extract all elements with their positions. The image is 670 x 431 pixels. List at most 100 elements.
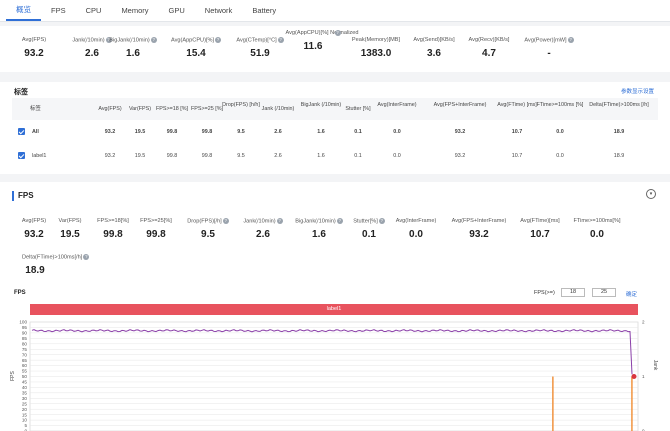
tab-1[interactable]: FPS [41,6,76,21]
metric-label-text: Avg(FPS) [21,37,47,43]
display-settings-link[interactable]: 参数显示设置 [621,87,654,95]
metric-label-text: Jank(/10min) [243,218,276,225]
y-tick-label: 55 [22,369,28,374]
tab-5[interactable]: Network [195,6,243,21]
label-band[interactable]: label1 [30,304,638,315]
help-icon[interactable]: ? [222,218,229,224]
delta-metric: Delta(FTime)>100ms[/h]? 18.9 [22,254,112,276]
y-tick-label: 65 [22,358,28,363]
confirm-link[interactable]: 确定 [626,290,637,298]
y-tick-label: 40 [22,385,28,390]
metric-label: Avg(AppCPU)[%] Normalized? [281,30,358,37]
table-cell: 0.0 [393,129,401,135]
metric-label-text: BigJank(/10min) [109,37,150,44]
metric-label: Peak(Memory)[MB] [344,37,408,44]
metric-value: 93.2 [24,48,44,59]
y-tick-label: 35 [22,390,28,395]
help-icon[interactable]: ? [567,37,574,43]
tab-4[interactable]: GPU [159,6,195,21]
metric-label-text: Stutter[%] [353,218,378,225]
table-cell: 93.2 [454,129,466,135]
metric-value: 1.6 [126,48,140,60]
metric-label: Avg(InterFrame) [384,218,448,225]
metric-label-text: Drop(FPS)[/h] [187,218,222,225]
row-checkbox[interactable] [18,128,25,135]
metric-label: BigJank(/10min)? [101,37,165,44]
table-cell: 0.0 [556,153,564,159]
help-icon[interactable]: ? [83,254,90,260]
metric-label: Avg(Recv)[KB/s] [457,37,521,44]
fps-threshold-input-b[interactable]: 25 [592,288,616,297]
metric-value: 93.2 [469,229,489,240]
fps-metric: Jank(/10min)? 2.6 [231,218,295,240]
column-header: 标签 [30,106,41,112]
collapse-icon[interactable]: ▾ [646,189,656,199]
y-tick-label: 20 [22,407,28,412]
fps-metric: Avg(FPS+InterFrame) 93.2 [447,218,511,240]
column-header: Avg(InterFrame) [377,102,417,108]
metric-label-text: FPS>=25[%] [140,218,172,224]
y-tick-label: 10 [22,418,28,423]
metric-label-text: Avg(Send)[KB/s] [413,37,455,43]
row-label-name: label1 [32,153,47,159]
y2-axis-label: Jank [652,360,658,371]
labels-panel: 标签 参数显示设置 标签 Avg(FPS) Var(FPS) FPS>=18 [%] F… [0,82,670,174]
metric-label: Avg(FPS+InterFrame) [447,218,511,225]
summary-panel: Avg(FPS) 93.2 Jank(/10min)? 2.6 BigJank(/10m… [0,26,670,72]
metric-value: 15.4 [186,48,206,60]
y-tick-label: 100 [19,320,27,325]
metric-label-text: Avg(Recv)[KB/s] [468,37,510,43]
summary-metric: Avg(Power)[mW]? - [517,37,581,59]
help-icon[interactable]: ? [215,37,222,43]
y-tick-label: 85 [22,336,28,341]
column-header: Avg(FPS+InterFrame) [433,102,487,108]
metric-label-text: Avg(FTime)[ms] [520,218,560,224]
y-tick-label: 25 [22,401,28,406]
section-accent [12,191,14,201]
summary-metric: Peak(Memory)[MB] 1383.0 [344,37,408,59]
labels-title: 标签 [14,89,28,96]
metric-value: 11.6 [303,41,323,53]
y2-tick-label: 2 [642,320,645,325]
jank-marker [631,374,637,379]
y-tick-label: 45 [22,380,28,385]
delta-label: Delta(FTime)>100ms[/h] [22,254,83,261]
tab-2[interactable]: CPU [76,6,112,21]
fps-threshold-input-a[interactable]: 18 [561,288,585,297]
metric-value: 2.6 [256,229,270,241]
table-row[interactable]: All 93.2 19.5 99.8 99.8 9.5 2.6 1.6 0.1 0.0 93.2 10… [12,120,658,144]
tab-bar: 概览 FPS CPU Memory GPU Network Battery [0,0,670,22]
metric-value: 0.0 [409,229,423,240]
table-row[interactable]: label1 93.2 19.5 99.8 99.8 9.5 2.6 1.6 0.1 0.0 93.… [12,144,658,168]
metric-label-text: Avg(FPS+InterFrame) [451,218,507,224]
metric-label-text: FTime>=100ms[%] [573,218,621,224]
y-tick-label: 80 [22,341,28,346]
y-tick-label: 5 [24,423,27,428]
metric-label-text: Avg(InterFrame) [395,218,437,224]
metric-label: Avg(Power)[mW]? [517,37,581,44]
table-cell: 18.9 [613,153,625,159]
metric-label-text: Avg(Power)[mW] [524,37,567,44]
tab-0[interactable]: 概览 [6,4,41,21]
metric-label: FTime>=100ms[%] [565,218,629,225]
column-header: FTime>=100ms [%] [536,102,584,108]
help-icon[interactable]: ? [334,30,341,36]
metric-label-text: Var(FPS) [58,218,82,224]
help-icon[interactable]: ? [276,218,283,224]
row-checkbox[interactable] [18,152,25,159]
fps-chart[interactable]: 1009590858075706560555045403530252015105… [0,319,670,431]
y-tick-label: 70 [22,352,28,357]
help-icon[interactable]: ? [150,37,157,43]
chart-label: FPS [14,290,26,296]
summary-metric: Avg(FPS) 93.2 [2,37,66,59]
y-tick-label: 95 [22,325,28,330]
column-header: Delta(FTime)>100ms [/h] [589,102,649,108]
fps-panel: FPS ▾ Avg(FPS) 93.2 Var(FPS) 19.5 FPS>=18[%]… [0,182,670,431]
fps-section-title: FPS [18,191,34,200]
metric-label: Avg(FTime)[ms] [508,218,572,225]
tab-6[interactable]: Battery [242,6,286,21]
metric-value: 10.7 [530,229,550,240]
metric-label-text: Jank(/10min) [72,37,105,44]
tab-3[interactable]: Memory [111,6,158,21]
metric-label-text: BigJank(/10min) [295,218,336,225]
